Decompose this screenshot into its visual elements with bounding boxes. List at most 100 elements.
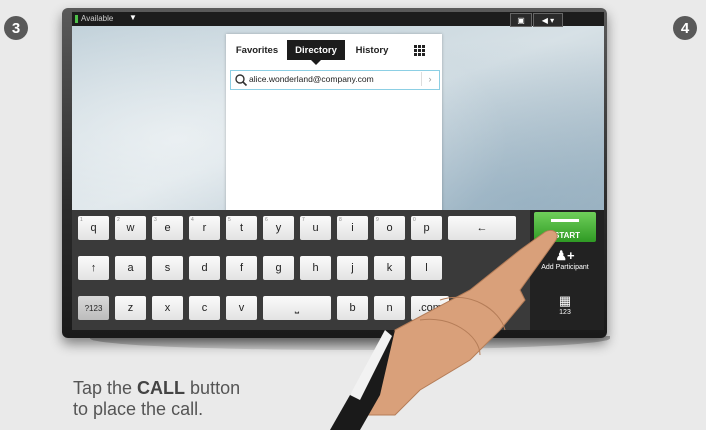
key-e[interactable]: e3 [152,216,183,240]
volume-icon[interactable]: ◀ ▾ [533,13,563,27]
tab-history[interactable]: History [346,40,398,60]
key-label: j [351,262,354,274]
key-label: u [312,222,319,234]
key-s[interactable]: s [152,256,183,280]
key-label: k [386,262,393,274]
start-call-button[interactable]: START [534,212,596,242]
key-number-hint: 4 [191,217,194,223]
key-c[interactable]: c [189,296,220,320]
next-step-number-badge: 4 [673,16,697,40]
key-label: n [386,302,393,314]
key-number-hint: 6 [265,217,268,223]
keypad-grid-icon[interactable] [402,40,436,60]
keypad-button[interactable]: ▦ 123 [534,290,596,326]
key-y[interactable]: y6 [263,216,294,240]
caption-line-2: to place the call. [73,399,204,419]
tab-favorites[interactable]: Favorites [228,40,286,60]
key-label: r [202,222,207,234]
key-label: z [127,302,134,314]
key-label: f [239,262,244,274]
directory-panel: Favorites Directory History alice.wonder… [226,34,442,224]
key-label: b [349,302,356,314]
tab-directory[interactable]: Directory [287,40,345,65]
key-d[interactable]: d [189,256,220,280]
keypad-icon: ▦ [558,293,572,308]
start-call-label: START [554,231,581,240]
key-label: y [275,222,282,234]
key-w[interactable]: w2 [115,216,146,240]
key-b[interactable]: b [337,296,368,320]
key-label: w [126,222,135,234]
key-o[interactable]: o9 [374,216,405,240]
key-label: q [90,222,97,234]
key-z[interactable]: z [115,296,146,320]
key-123[interactable]: ?123 [78,296,109,320]
add-participant-label: Add Participant [541,264,589,271]
key-label: c [201,302,208,314]
key-label: o [386,222,393,234]
caption-call-keyword: CALL [137,378,186,398]
key-number-hint: 5 [228,217,231,223]
key-label: g [275,262,282,274]
presence-dropdown-icon[interactable]: ▼ [129,13,137,22]
key-a[interactable]: a [115,256,146,280]
presence-indicator [75,15,78,23]
key-label: p [423,222,430,234]
key-l[interactable]: l [411,256,442,280]
key-label: d [201,262,208,274]
key-r[interactable]: r4 [189,216,220,240]
device-base [90,336,610,350]
selfview-icon[interactable]: ▣ [510,13,532,27]
key-label: l [425,262,428,274]
search-go-chevron-icon[interactable]: › [421,72,438,86]
search-input[interactable]: alice.wonderland@company.com › [230,70,440,90]
key-n[interactable]: n [374,296,405,320]
key-label: .com [418,302,442,314]
key-x[interactable]: x [152,296,183,320]
instruction-caption: Tap the CALL button to place the call. [73,378,333,420]
key-com[interactable]: .com [411,296,449,320]
add-participant-button[interactable]: ♟+ Add Participant [534,246,596,286]
touch-device: Available ▼ ▣ ◀ ▾ Favorites Directory Hi… [62,8,607,338]
key-p[interactable]: p0 [411,216,442,240]
keypad-grid-icon-graphic [413,44,425,56]
key-u[interactable]: u7 [300,216,331,240]
spacebar-icon: ⎵ [294,301,300,314]
key-label: i [351,222,354,234]
key-label: x [164,302,171,314]
key-label: h [312,262,319,274]
key-number-hint: 9 [376,217,379,223]
key-v[interactable]: v [226,296,257,320]
key-label: v [238,302,245,314]
presence-status[interactable]: Available [81,14,113,23]
key-f[interactable]: f [226,256,257,280]
key-number-hint: 7 [302,217,305,223]
key-g[interactable]: g [263,256,294,280]
key-t[interactable]: t5 [226,216,257,240]
directory-tabs: Favorites Directory History [226,40,442,65]
key-q[interactable]: q1 [78,216,109,240]
key-i[interactable]: i8 [337,216,368,240]
key-label: s [164,262,171,274]
key-shift[interactable]: ↑ [78,256,109,280]
key-space[interactable]: ⎵ [263,296,331,320]
key-number-hint: 3 [154,217,157,223]
on-screen-keyboard: START ♟+ Add Participant ▦ 123 q1w2e3r4t… [72,210,604,330]
caption-suffix: button [185,378,241,398]
key-h[interactable]: h [300,256,331,280]
key-backspace[interactable]: ← [448,216,516,240]
step-number-badge: 3 [4,16,28,40]
keypad-label: 123 [559,309,571,316]
key-number-hint: 2 [117,217,120,223]
caption-prefix: Tap the [73,378,138,398]
call-bar-icon [551,219,579,222]
key-k[interactable]: k [374,256,405,280]
device-screen: Available ▼ ▣ ◀ ▾ Favorites Directory Hi… [72,12,604,330]
key-label: e [164,222,171,234]
key-label: a [127,262,134,274]
search-value: alice.wonderland@company.com [249,74,374,84]
key-j[interactable]: j [337,256,368,280]
key-number-hint: 8 [339,217,342,223]
search-icon [235,74,248,87]
key-number-hint: 1 [80,217,83,223]
